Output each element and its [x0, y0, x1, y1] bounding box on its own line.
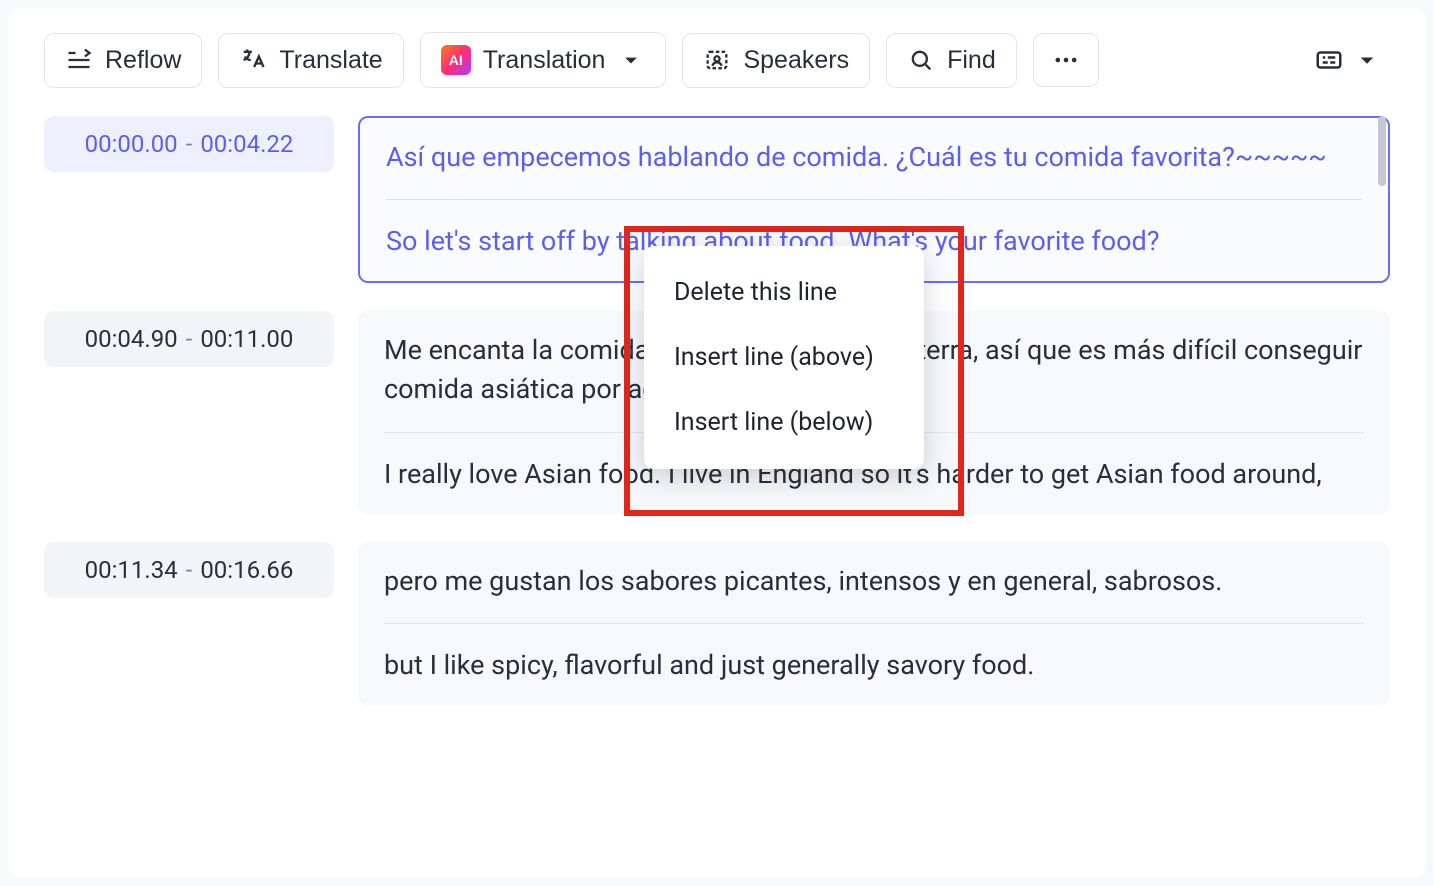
subtitle-view-icon [1314, 45, 1344, 75]
segment-divider [386, 199, 1362, 200]
menu-item-delete-line[interactable]: Delete this line [644, 260, 924, 325]
view-mode-dropdown[interactable] [1306, 37, 1390, 83]
timestamp-start: 00:00.00 [85, 130, 178, 158]
segment-divider [384, 623, 1364, 624]
segment-source[interactable]: pero me gustan los sabores picantes, int… [384, 562, 1364, 601]
translate-label: Translate [279, 46, 382, 75]
toolbar: Reflow Translate AI Translation Speakers… [44, 32, 1390, 88]
editor-panel: Reflow Translate AI Translation Speakers… [8, 8, 1426, 878]
ai-icon: AI [441, 45, 471, 75]
timestamp-chip[interactable]: 00:11.34 - 00:16.66 [44, 542, 334, 598]
timestamp-end: 00:04.22 [200, 130, 293, 158]
translate-icon [239, 46, 267, 74]
segment-target[interactable]: but I like spicy, flavorful and just gen… [384, 646, 1364, 685]
timestamp-dash: - [186, 325, 193, 353]
translation-label: Translation [483, 46, 606, 75]
context-menu: Delete this line Insert line (above) Ins… [644, 246, 924, 469]
segment-source[interactable]: Así que empecemos hablando de comida. ¿C… [386, 138, 1362, 177]
segment-text[interactable]: pero me gustan los sabores picantes, int… [358, 542, 1390, 705]
timestamp-chip[interactable]: 00:04.90 - 00:11.00 [44, 311, 334, 367]
reflow-label: Reflow [105, 46, 181, 75]
segment-row: 00:11.34 - 00:16.66 pero me gustan los s… [44, 542, 1390, 705]
timestamp-start: 00:04.90 [85, 325, 178, 353]
timestamp-end: 00:16.66 [200, 556, 293, 584]
menu-item-insert-above[interactable]: Insert line (above) [644, 325, 924, 390]
segment-list: 00:00.00 - 00:04.22 Así que empecemos ha… [44, 116, 1390, 705]
timestamp-chip[interactable]: 00:00.00 - 00:04.22 [44, 116, 334, 172]
more-button[interactable] [1033, 33, 1099, 87]
menu-item-insert-below[interactable]: Insert line (below) [644, 390, 924, 455]
chevron-down-icon [1352, 45, 1382, 75]
speakers-label: Speakers [743, 46, 849, 75]
translate-button[interactable]: Translate [218, 33, 403, 88]
timestamp-end: 00:11.00 [200, 325, 293, 353]
reflow-button[interactable]: Reflow [44, 33, 202, 88]
speakers-icon [703, 46, 731, 74]
timestamp-start: 00:11.34 [85, 556, 178, 584]
reflow-icon [65, 46, 93, 74]
find-button[interactable]: Find [886, 33, 1017, 88]
translation-dropdown-button[interactable]: AI Translation [420, 32, 667, 88]
more-icon [1052, 46, 1080, 74]
timestamp-dash: - [186, 556, 193, 584]
chevron-down-icon [617, 46, 645, 74]
scrollbar-thumb[interactable] [1378, 116, 1386, 186]
find-label: Find [947, 46, 996, 75]
search-icon [907, 46, 935, 74]
timestamp-dash: - [186, 130, 193, 158]
speakers-button[interactable]: Speakers [682, 33, 870, 88]
